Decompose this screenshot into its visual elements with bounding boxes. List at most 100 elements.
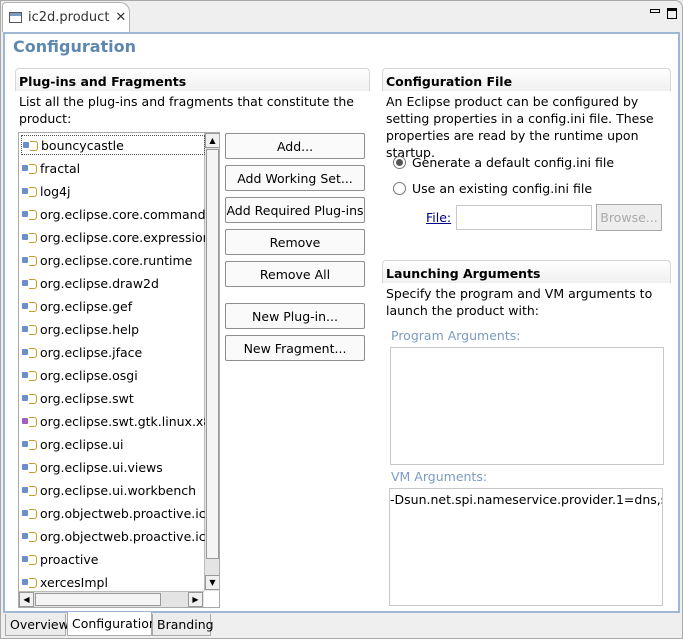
editor-tab-title: ic2d.product <box>28 10 110 25</box>
config-file-description: An Eclipse product can be configured by … <box>386 94 654 160</box>
generate-default-label: Generate a default config.ini file <box>412 155 615 170</box>
list-item[interactable]: org.eclipse.help <box>21 319 205 339</box>
list-item[interactable]: org.eclipse.ui.workbench <box>21 480 205 500</box>
plugin-icon <box>21 553 37 565</box>
new-plugin-button[interactable]: New Plug-in... <box>225 303 365 329</box>
browse-button[interactable]: Browse... <box>596 204 662 231</box>
maximize-icon[interactable] <box>667 8 677 19</box>
add-button[interactable]: Add... <box>225 133 365 159</box>
page-title: Configuration <box>13 37 137 56</box>
list-item[interactable]: bouncycastle <box>21 135 205 155</box>
tab-configuration[interactable]: Configuration <box>67 612 157 636</box>
list-item[interactable]: org.objectweb.proactive.ic2d <box>21 526 205 546</box>
list-item-label: org.objectweb.proactive.ic2d <box>40 505 205 521</box>
list-item[interactable]: org.objectweb.proactive.ic2d <box>21 503 205 523</box>
list-item-label: xercesImpl <box>40 574 108 590</box>
list-item[interactable]: org.eclipse.core.commands <box>21 204 205 224</box>
list-item-label: org.objectweb.proactive.ic2d <box>40 528 205 544</box>
plugin-icon <box>21 277 37 289</box>
radio-selected-icon[interactable] <box>393 156 406 169</box>
plugin-icon <box>21 369 37 381</box>
plugin-icon <box>21 254 37 266</box>
list-item[interactable]: org.eclipse.ui <box>21 434 205 454</box>
list-item[interactable]: org.eclipse.draw2d <box>21 273 205 293</box>
launching-description: Specify the program and VM arguments to … <box>386 286 653 318</box>
vertical-scrollbar[interactable]: ▲ ▼ <box>204 133 219 591</box>
list-item-label: org.eclipse.help <box>40 321 140 337</box>
list-item[interactable]: log4j <box>21 181 205 201</box>
remove-all-button[interactable]: Remove All <box>225 261 365 287</box>
plugin-icon <box>21 300 37 312</box>
add-required-plugins-button[interactable]: Add Required Plug-ins <box>225 197 365 223</box>
plugins-list[interactable]: ▲ ▼ ◀ ▶ bouncycastle fractal log4j org.ecli… <box>18 132 220 608</box>
file-input[interactable] <box>456 205 592 230</box>
list-item-label: proactive <box>40 551 99 567</box>
use-existing-radio[interactable]: Use an existing config.ini file <box>393 181 592 196</box>
list-item-label: org.eclipse.core.runtime <box>40 252 193 268</box>
plugin-icon <box>21 461 37 473</box>
scroll-right-icon[interactable]: ▶ <box>188 592 203 607</box>
list-item-label: org.eclipse.ui.workbench <box>40 482 197 498</box>
scroll-thumb[interactable] <box>206 149 219 559</box>
horizontal-scrollbar[interactable]: ◀ ▶ <box>19 591 204 607</box>
fragment-icon <box>21 415 37 427</box>
plugin-icon <box>21 231 37 243</box>
add-working-set-button[interactable]: Add Working Set... <box>225 165 365 191</box>
scroll-left-icon[interactable]: ◀ <box>19 592 34 607</box>
list-item-label: org.eclipse.gef <box>40 298 133 314</box>
list-item[interactable]: org.eclipse.jface <box>21 342 205 362</box>
plugin-icon <box>21 346 37 358</box>
list-item-label: org.eclipse.osgi <box>40 367 138 383</box>
scroll-down-icon[interactable]: ▼ <box>205 575 219 590</box>
generate-default-radio[interactable]: Generate a default config.ini file <box>393 155 614 170</box>
list-item-label: org.eclipse.ui <box>40 436 124 452</box>
close-icon[interactable]: ✕ <box>115 10 126 25</box>
scroll-up-icon[interactable]: ▲ <box>205 133 219 148</box>
list-item[interactable]: fractal <box>21 158 205 178</box>
vm-arguments-label: VM Arguments: <box>391 469 488 484</box>
list-item-label: org.eclipse.draw2d <box>40 275 159 291</box>
radio-unselected-icon[interactable] <box>393 182 406 195</box>
list-item[interactable]: xercesImpl <box>21 572 205 592</box>
plugin-icon <box>21 438 37 450</box>
plugin-icon <box>21 185 37 197</box>
editor-tab[interactable]: ic2d.product ✕ <box>2 2 130 32</box>
program-arguments-label: Program Arguments: <box>391 328 521 343</box>
program-arguments-input[interactable] <box>390 347 664 465</box>
config-file-section-header: Configuration File <box>382 68 671 91</box>
plugins-description: List all the plug-ins and fragments that… <box>19 94 354 126</box>
vm-arguments-input[interactable]: -Dsun.net.spi.nameservice.provider.1=dns… <box>389 488 663 606</box>
list-item-label: fractal <box>40 160 81 176</box>
plugin-icon <box>21 208 37 220</box>
list-item[interactable]: org.eclipse.osgi <box>21 365 205 385</box>
product-file-icon <box>9 12 22 23</box>
list-item[interactable]: org.eclipse.core.expressions <box>21 227 205 247</box>
use-existing-label: Use an existing config.ini file <box>412 181 593 196</box>
minimize-icon[interactable] <box>650 9 660 13</box>
list-item-label: log4j <box>40 183 71 199</box>
plugin-icon <box>21 507 37 519</box>
launching-section-header: Launching Arguments <box>382 260 671 283</box>
remove-button[interactable]: Remove <box>225 229 365 255</box>
list-item-label: org.eclipse.core.expressions <box>40 229 205 245</box>
list-item-label: org.eclipse.swt <box>40 390 134 406</box>
list-item-label: org.eclipse.core.commands <box>40 206 205 222</box>
new-fragment-button[interactable]: New Fragment... <box>225 335 365 361</box>
plugin-icon <box>21 162 37 174</box>
list-item[interactable]: proactive <box>21 549 205 569</box>
list-item[interactable]: org.eclipse.swt <box>21 388 205 408</box>
list-item[interactable]: org.eclipse.ui.views <box>21 457 205 477</box>
tab-branding[interactable]: Branding <box>152 614 214 636</box>
file-link[interactable]: File: <box>426 210 451 225</box>
plugin-icon <box>21 392 37 404</box>
list-item-label: org.eclipse.jface <box>40 344 143 360</box>
plugins-section-header: Plug-ins and Fragments <box>15 68 370 91</box>
list-item[interactable]: org.eclipse.gef <box>21 296 205 316</box>
plugin-icon <box>21 576 37 588</box>
hscroll-thumb[interactable] <box>35 593 161 606</box>
plugin-icon <box>21 484 37 496</box>
list-item[interactable]: org.eclipse.swt.gtk.linux.x86 <box>21 411 205 431</box>
plugin-icon <box>21 323 37 335</box>
list-item[interactable]: org.eclipse.core.runtime <box>21 250 205 270</box>
tab-overview[interactable]: Overview <box>5 614 69 636</box>
